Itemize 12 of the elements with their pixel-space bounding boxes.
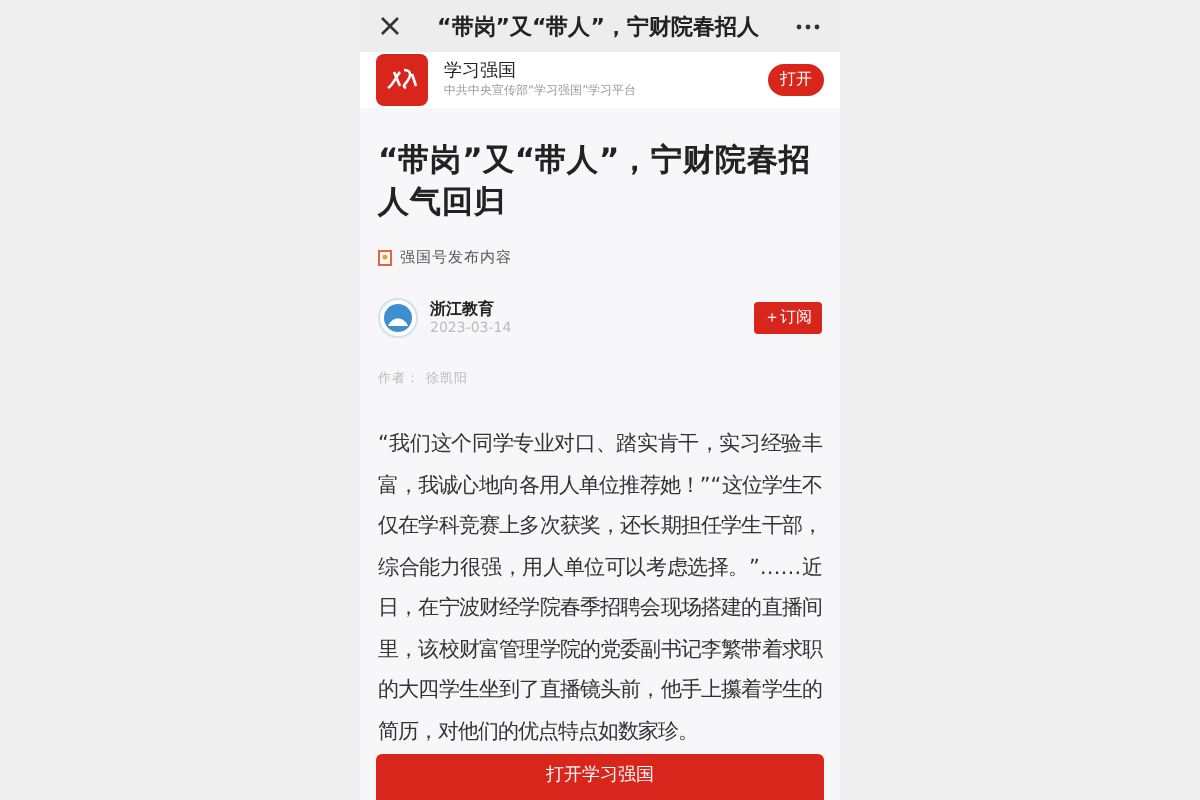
close-icon[interactable] [380, 16, 400, 36]
avatar-icon [378, 298, 418, 339]
publisher-name: 浙江教育 [430, 299, 496, 320]
page-title: “带岗”又“带人”，宁财院春招人 [435, 15, 761, 37]
article-body: “我们这个同学专业对口、踏实肯干，实习经验丰富，我诚心地向各用人单位推荐她！”“这位学生不仅在学科竞赛上多次获奖，还长期担任学生干部，综合能力很强，用人单位可以考虑选择。”……近日，在宁波财经学院春季招聘会现场搭建的直播间里，该校财富管理学院的党委副书记李繁带着求职的大四学生坐到了直播镜头前，他手上攥着学生的简历，对他们的优点特点如数家珍。 [378, 430, 822, 747]
article-title: “带岗”又“带人”，宁财院春招人气回归 [378, 140, 814, 224]
subscribe-button[interactable]: ＋订阅 [754, 302, 822, 335]
open-app-button[interactable]: 打开学习强国 [376, 754, 824, 800]
bookmark-icon [378, 249, 392, 266]
open-button[interactable]: 打开 [768, 64, 824, 96]
app-name: 学习强国 [444, 61, 518, 84]
more-icon[interactable] [796, 23, 820, 29]
